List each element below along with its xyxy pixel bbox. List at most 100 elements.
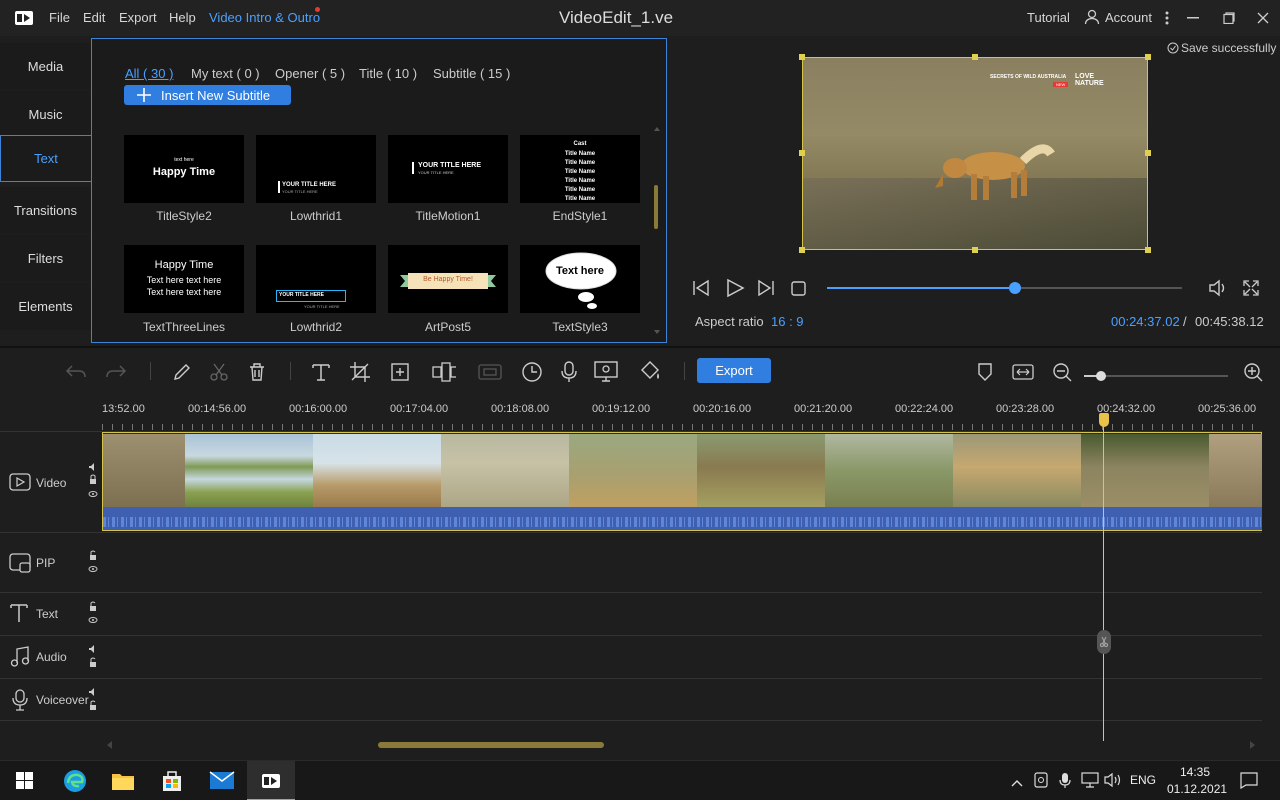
tab-elements[interactable]: Elements <box>0 283 91 330</box>
tab-filters[interactable]: Filters <box>0 235 91 282</box>
template-thumbnail[interactable]: YOUR TITLE HERE YOUR TITLE HERE <box>256 135 376 203</box>
crop-icon[interactable] <box>348 360 372 384</box>
scroll-up-arrow-icon[interactable] <box>654 127 660 131</box>
playback-progress-knob[interactable] <box>1009 282 1022 294</box>
video-editor-taskbar-button[interactable] <box>247 761 295 800</box>
screen-record-icon[interactable] <box>594 360 618 384</box>
microphone-tray-icon[interactable] <box>1059 772 1071 792</box>
close-icon[interactable] <box>1246 0 1280 36</box>
record-voiceover-icon[interactable] <box>557 360 581 384</box>
edge-browser-icon[interactable] <box>63 769 87 796</box>
video-preview-canvas[interactable]: SECRETS OF WILD AUSTRALIA LOVE NATURE NE… <box>802 57 1148 250</box>
volume-icon[interactable] <box>1208 278 1228 301</box>
resize-handle[interactable] <box>1145 54 1151 60</box>
fit-timeline-icon[interactable] <box>1011 360 1035 384</box>
category-title[interactable]: Title ( 10 ) <box>359 66 417 81</box>
account-link[interactable]: Account <box>1105 10 1152 25</box>
total-time: 00:45:38.12 <box>1195 314 1264 329</box>
zoom-in-icon[interactable] <box>1241 360 1265 384</box>
template-thumbnail[interactable]: Be Happy Time! <box>388 245 508 313</box>
text-tool-icon[interactable] <box>309 360 333 384</box>
redo-icon[interactable] <box>104 360 128 384</box>
clip-frame <box>569 434 697 507</box>
clock-time[interactable]: 14:35 <box>1180 765 1210 779</box>
resize-handle[interactable] <box>972 54 978 60</box>
store-icon[interactable] <box>161 769 183 796</box>
meet-now-icon[interactable] <box>1034 772 1048 791</box>
playhead-handle[interactable] <box>1099 413 1109 427</box>
maximize-icon[interactable] <box>1212 0 1246 36</box>
template-thumbnail[interactable]: Cast Title Name Title Name Title Name Ti… <box>520 135 640 203</box>
file-explorer-icon[interactable] <box>111 770 135 795</box>
account-icon[interactable] <box>1084 9 1100 28</box>
tab-text[interactable]: Text <box>0 135 91 182</box>
template-thumbnail[interactable]: YOUR TITLE HERE YOUR TITLE HERE <box>388 135 508 203</box>
resize-handle[interactable] <box>799 150 805 156</box>
undo-icon[interactable] <box>64 360 88 384</box>
category-subtitle[interactable]: Subtitle ( 15 ) <box>433 66 510 81</box>
mosaic-icon[interactable] <box>432 360 456 384</box>
split-scissors-icon[interactable] <box>1097 630 1111 654</box>
template-name: Lowthrid2 <box>289 320 343 334</box>
tab-transitions[interactable]: Transitions <box>0 187 91 234</box>
zoom-slider-knob[interactable] <box>1096 371 1107 381</box>
aspect-ratio-value[interactable]: 16 : 9 <box>771 314 804 329</box>
template-thumbnail[interactable]: YOUR TITLE HERE YOUR TITLE HERE <box>256 245 376 313</box>
template-thumbnail[interactable]: Happy Time Text here text here Text here… <box>124 245 244 313</box>
zoom-slider-track[interactable] <box>1084 371 1228 381</box>
insert-new-subtitle-button[interactable]: Insert New Subtitle <box>124 85 291 105</box>
resize-handle[interactable] <box>1145 247 1151 253</box>
track-label-video: Video <box>36 476 67 490</box>
playback-progress-track[interactable] <box>827 282 1182 294</box>
network-icon[interactable] <box>1081 772 1099 791</box>
play-icon[interactable] <box>725 278 745 301</box>
timeline-scroll-thumb[interactable] <box>378 742 604 748</box>
track-label-text: Text <box>36 607 59 621</box>
resize-handle[interactable] <box>799 54 805 60</box>
windows-start-icon[interactable] <box>16 772 33 792</box>
template-preview-text: Text here text here <box>146 275 222 285</box>
category-opener[interactable]: Opener ( 5 ) <box>275 66 345 81</box>
freeze-frame-icon[interactable] <box>478 360 502 384</box>
resize-handle[interactable] <box>1145 150 1151 156</box>
export-button[interactable]: Export <box>697 358 771 383</box>
clock-date[interactable]: 01.12.2021 <box>1167 782 1227 796</box>
scroll-right-arrow-icon[interactable] <box>1250 741 1255 749</box>
previous-frame-icon[interactable] <box>692 279 710 300</box>
cut-icon[interactable] <box>207 360 231 384</box>
scroll-left-arrow-icon[interactable] <box>107 741 112 749</box>
mail-icon[interactable] <box>209 770 235 793</box>
resize-tool-icon[interactable] <box>388 360 412 384</box>
next-frame-icon[interactable] <box>757 279 775 300</box>
resize-handle[interactable] <box>799 247 805 253</box>
marker-icon[interactable] <box>973 360 997 384</box>
speaker-tray-icon[interactable] <box>1104 772 1122 791</box>
category-my-text[interactable]: My text ( 0 ) <box>191 66 260 81</box>
delete-icon[interactable] <box>245 360 269 384</box>
color-fill-icon[interactable] <box>638 360 662 384</box>
template-thumbnail[interactable]: text here Happy Time <box>124 135 244 203</box>
scroll-down-arrow-icon[interactable] <box>654 330 660 334</box>
library-scrollbar[interactable] <box>654 127 660 337</box>
ruler-label: 13:52.00 <box>102 403 145 415</box>
notification-center-icon[interactable] <box>1240 772 1258 792</box>
clip-frame <box>103 434 185 507</box>
ruler-label: 00:20:16.00 <box>693 403 752 415</box>
fullscreen-icon[interactable] <box>1242 279 1260 300</box>
speed-clock-icon[interactable] <box>520 360 544 384</box>
template-preview-text: YOUR TITLE HERE <box>418 162 482 169</box>
tab-media[interactable]: Media <box>0 43 91 90</box>
zoom-out-icon[interactable] <box>1050 360 1074 384</box>
language-indicator[interactable]: ENG <box>1130 773 1156 787</box>
show-hidden-icons-icon[interactable] <box>1011 775 1023 790</box>
library-scroll-thumb[interactable] <box>654 185 658 229</box>
stop-icon[interactable] <box>791 281 806 299</box>
tutorial-link[interactable]: Tutorial <box>1027 10 1070 25</box>
template-thumbnail[interactable]: Text here <box>520 245 640 313</box>
tab-music[interactable]: Music <box>0 91 91 138</box>
category-all[interactable]: All ( 30 ) <box>125 66 173 81</box>
edit-pencil-icon[interactable] <box>170 360 194 384</box>
resize-handle[interactable] <box>972 247 978 253</box>
minimize-icon[interactable] <box>1176 0 1210 36</box>
template-name: TextThreeLines <box>142 320 226 334</box>
